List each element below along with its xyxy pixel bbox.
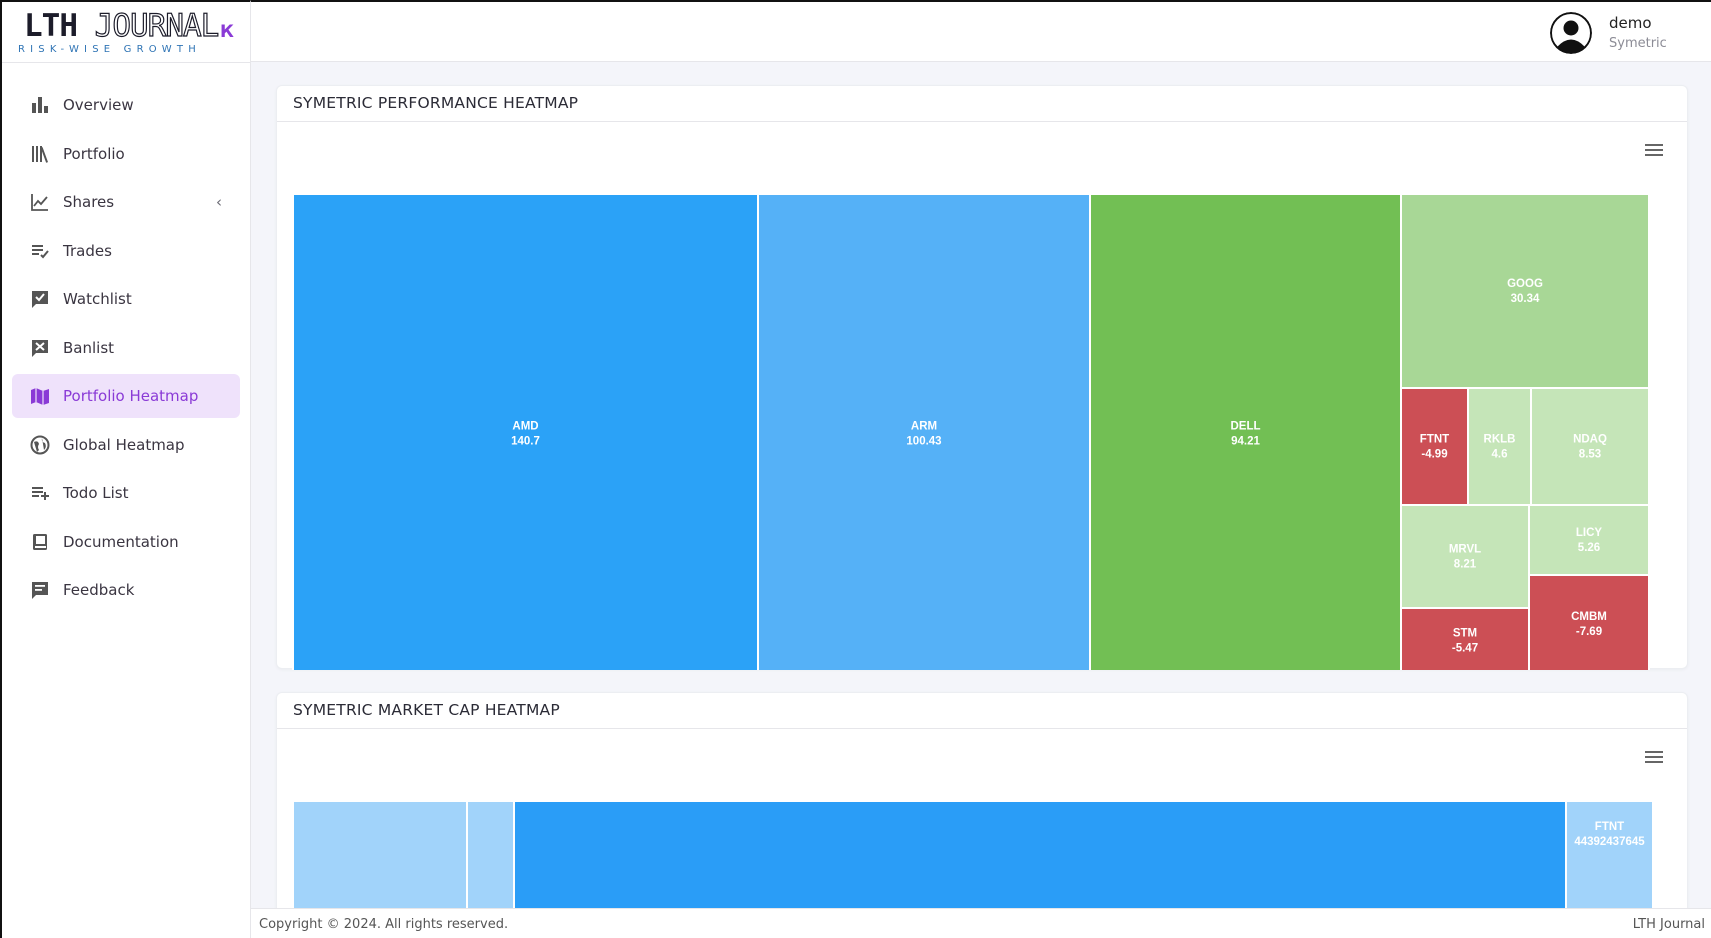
sidebar-item-trades[interactable]: Trades <box>12 229 240 273</box>
globe-icon <box>29 434 51 456</box>
checkbox-icon <box>29 288 51 310</box>
avatar[interactable] <box>1550 12 1592 54</box>
logo-tagline: RISK-WISE GROWTH <box>18 44 201 55</box>
map-icon <box>29 385 51 407</box>
card-title: SYMETRIC PERFORMANCE HEATMAP <box>277 86 1687 122</box>
tile-rklb[interactable]: RKLB 4.6 <box>1467 387 1532 506</box>
playlist-add-icon <box>29 482 51 504</box>
tile-label: RKLB <box>1484 434 1516 446</box>
tile-label: ARM <box>911 421 937 433</box>
tile-rect[interactable] <box>1400 193 1650 389</box>
tile-ndaq[interactable]: NDAQ 8.53 <box>1530 387 1650 506</box>
sidebar-item-portfolio[interactable]: Portfolio <box>12 132 240 176</box>
tile-value: 94.21 <box>1231 436 1260 448</box>
book-icon <box>29 531 51 553</box>
sidebar: LTH JOURNAL RISK-WISE GROWTH К Overview … <box>0 0 251 938</box>
tile-label: LICY <box>1576 527 1603 539</box>
tile-value: -5.47 <box>1452 643 1478 655</box>
sidebar-item-label: Portfolio Heatmap <box>63 387 199 405</box>
logo[interactable]: LTH JOURNAL RISK-WISE GROWTH К <box>2 2 250 63</box>
tile-rect[interactable] <box>1528 504 1650 576</box>
tile-rect[interactable] <box>1400 504 1530 609</box>
tile-value: -7.69 <box>1576 626 1602 638</box>
performance-heatmap-card: SYMETRIC PERFORMANCE HEATMAP AMD 140.7 ARM… <box>276 85 1688 670</box>
tile-label: FTNT <box>1420 434 1449 446</box>
tile-value: 8.53 <box>1579 449 1601 461</box>
sidebar-item-label: Feedback <box>63 581 135 599</box>
tile-label: STM <box>1453 628 1477 640</box>
sidebar-item-todo-list[interactable]: Todo List <box>12 471 240 515</box>
tile-label: GOOG <box>1507 278 1543 290</box>
sidebar-item-label: Todo List <box>63 484 129 502</box>
tile-licy[interactable]: LICY 5.26 <box>1528 504 1650 576</box>
sidebar-item-label: Global Heatmap <box>63 435 185 454</box>
footer: Copyright © 2024. All rights reserved. L… <box>251 908 1711 938</box>
sidebar-item-portfolio-heatmap[interactable]: Portfolio Heatmap <box>12 374 240 418</box>
tile-label: CMBM <box>1571 611 1607 623</box>
tile-value: 4.6 <box>1492 449 1508 461</box>
tile-value: -4.99 <box>1421 449 1447 461</box>
marketcap-heatmap: FTNT 44392437645 <box>292 800 1654 931</box>
tile-label: MRVL <box>1449 544 1481 556</box>
tile-rect[interactable] <box>1565 800 1654 922</box>
tile-value: 5.26 <box>1578 542 1600 554</box>
sidebar-item-label: Trades <box>63 241 112 260</box>
tile-label: FTNT <box>1595 821 1624 833</box>
sidebar-item-label: Overview <box>63 96 134 114</box>
sidebar-item-label: Banlist <box>63 338 115 357</box>
tile-arm[interactable]: ARM 100.43 <box>757 193 1091 670</box>
copyright-text: Copyright © 2024. All rights reserved. <box>259 917 509 932</box>
sidebar-item-overview[interactable]: Overview <box>12 83 240 127</box>
tile-ftnt[interactable]: FTNT 44392437645 <box>1565 800 1654 922</box>
library-icon <box>29 143 51 165</box>
tile-ftnt[interactable]: FTNT -4.99 <box>1400 387 1469 506</box>
sidebar-item-label: Documentation <box>63 532 179 551</box>
logo-text: LTH JOURNAL <box>24 7 220 44</box>
performance-heatmap: AMD 140.7 ARM 100.43 DELL 94.21 GOOG 30.34 FTNT -… <box>292 193 1650 670</box>
tile-value: 44392437645 <box>1574 836 1645 848</box>
sidebar-item-label: Portfolio <box>63 144 125 163</box>
sidebar-item-documentation[interactable]: Documentation <box>12 520 240 564</box>
tile-label: NDAQ <box>1573 434 1607 446</box>
chevron-left-icon[interactable]: ‹ <box>216 193 222 211</box>
tile-rect[interactable] <box>1467 387 1532 506</box>
sidebar-nav: Overview Portfolio Shares ‹ Trades Watch… <box>2 63 250 612</box>
top-bar: demo Symetric <box>251 0 1711 62</box>
list-edit-icon <box>29 240 51 262</box>
collapse-sidebar-icon[interactable]: К <box>220 22 234 42</box>
tile-rect[interactable] <box>1400 387 1469 506</box>
sidebar-item-label: Watchlist <box>63 290 132 308</box>
message-icon <box>29 579 51 601</box>
sidebar-item-feedback[interactable]: Feedback <box>12 568 240 612</box>
tile-amd[interactable]: AMD 140.7 <box>292 193 759 670</box>
sidebar-item-global-heatmap[interactable]: Global Heatmap <box>12 423 240 467</box>
sidebar-item-label: Shares <box>63 193 115 211</box>
sidebar-item-watchlist[interactable]: Watchlist <box>12 277 240 321</box>
tile-value: 30.34 <box>1511 293 1540 305</box>
user-name[interactable]: demo <box>1609 14 1652 32</box>
user-role: Symetric <box>1609 36 1667 51</box>
bar-chart-icon <box>29 94 51 116</box>
tile-label: DELL <box>1230 421 1260 433</box>
x-box-icon <box>29 337 51 359</box>
sidebar-item-banlist[interactable]: Banlist <box>12 326 240 370</box>
marketcap-heatmap-card: SYMETRIC MARKET CAP HEATMAP FTNT 44392437… <box>276 692 1688 932</box>
footer-brand[interactable]: LTH Journal <box>1633 917 1705 932</box>
tile-value: 140.7 <box>511 436 540 448</box>
sidebar-item-shares[interactable]: Shares ‹ <box>12 180 240 224</box>
tile-goog[interactable]: GOOG 30.34 <box>1400 193 1650 389</box>
tile-cmbm[interactable]: CMBM -7.69 <box>1528 574 1650 670</box>
tile-value: 100.43 <box>906 436 941 448</box>
line-chart-icon <box>29 191 51 213</box>
card-title: SYMETRIC MARKET CAP HEATMAP <box>277 693 1687 729</box>
tile-stm[interactable]: STM -5.47 <box>1400 607 1530 670</box>
tile-label: AMD <box>512 421 538 433</box>
tile-rect[interactable] <box>1530 387 1650 506</box>
tile-mrvl[interactable]: MRVL 8.21 <box>1400 504 1530 609</box>
tile-dell[interactable]: DELL 94.21 <box>1089 193 1402 670</box>
tile-value: 8.21 <box>1454 559 1477 571</box>
